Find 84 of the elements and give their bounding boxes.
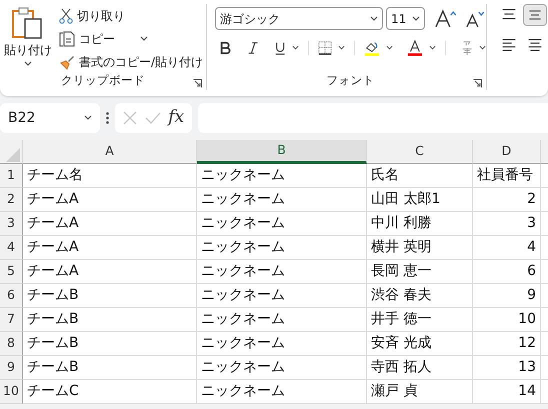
- table-cell: 井手 徳一: [367, 308, 473, 332]
- table-cell: 中川 利勝: [367, 212, 473, 236]
- font-name-dropdown[interactable]: 游ゴシック: [215, 7, 383, 30]
- table-cell: チームB: [23, 284, 197, 308]
- table-cell: ニックネーム: [197, 308, 367, 332]
- table-cell: ニックネーム: [197, 188, 367, 212]
- row-header[interactable]: 10: [0, 380, 23, 404]
- corner-triangle-icon: [6, 148, 20, 162]
- borders-icon[interactable]: [318, 40, 332, 56]
- dialog-launcher-icon[interactable]: [473, 79, 482, 88]
- table-cell: 3: [473, 212, 541, 236]
- row-header[interactable]: 8: [0, 332, 23, 356]
- table-cell: チームB: [23, 308, 197, 332]
- table-cell: ニックネーム: [197, 260, 367, 284]
- table-cell: ニックネーム: [197, 380, 367, 404]
- scissors-icon: [58, 8, 73, 24]
- italic-icon[interactable]: [247, 40, 260, 56]
- table-cell: 社員番号: [473, 164, 541, 188]
- insert-function-button[interactable]: fx: [168, 105, 184, 131]
- table-cell: チームB: [23, 356, 197, 380]
- align-left-icon: [500, 36, 518, 54]
- format-painter-button[interactable]: 書式のコピー/貼り付け: [56, 52, 206, 72]
- group-label: クリップボード: [61, 72, 145, 90]
- table-cell: 14: [473, 380, 541, 404]
- row-header[interactable]: 2: [0, 188, 23, 212]
- font-size-dropdown[interactable]: 11: [386, 7, 425, 30]
- table-cell: 9: [473, 284, 541, 308]
- check-icon[interactable]: [144, 112, 161, 124]
- column-header[interactable]: D: [473, 140, 541, 164]
- table-cell: ニックネーム: [197, 332, 367, 356]
- table-cell: 4: [473, 236, 541, 260]
- table-cell: チームA: [23, 260, 197, 284]
- row-header[interactable]: 5: [0, 260, 23, 284]
- table-cell: 10: [473, 308, 541, 332]
- table-cell: ニックネーム: [197, 284, 367, 308]
- table-cell: ニックネーム: [197, 236, 367, 260]
- row-header[interactable]: 3: [0, 212, 23, 236]
- table-cell: チームA: [23, 236, 197, 260]
- name-box[interactable]: B22: [0, 103, 100, 133]
- table-cell: 13: [473, 356, 541, 380]
- row-header[interactable]: 1: [0, 164, 23, 188]
- table-cell: 氏名: [367, 164, 473, 188]
- row-header[interactable]: 4: [0, 236, 23, 260]
- table-cell: チームA: [23, 212, 197, 236]
- table-cell: 渋谷 春夫: [367, 284, 473, 308]
- decrease-font-size-icon[interactable]: [464, 8, 486, 28]
- bold-icon[interactable]: [219, 40, 232, 56]
- dialog-launcher-icon[interactable]: [193, 79, 202, 88]
- cut-button[interactable]: 切り取り: [56, 6, 206, 26]
- align-middle-button[interactable]: [523, 4, 547, 26]
- column-header[interactable]: C: [367, 140, 473, 164]
- table-cell: 山田 太郎1: [367, 188, 473, 212]
- paintbrush-icon: [58, 54, 75, 70]
- table-cell: 2: [473, 188, 541, 212]
- underline-icon[interactable]: [274, 40, 286, 56]
- phonetic-guide-icon[interactable]: [460, 39, 473, 57]
- table-cell: チームA: [23, 188, 197, 212]
- table-cell: ニックネーム: [197, 164, 367, 188]
- table-cell: 6: [473, 260, 541, 284]
- clipboard-icon: [10, 7, 45, 39]
- more-options-icon[interactable]: [106, 112, 109, 124]
- group-label: フォント: [326, 72, 374, 90]
- row-header[interactable]: 7: [0, 308, 23, 332]
- copy-button[interactable]: コピー: [56, 29, 118, 49]
- paste-button[interactable]: 貼り付け: [0, 6, 55, 68]
- table-cell: 安斉 光成: [367, 332, 473, 356]
- font-color-icon[interactable]: [406, 39, 423, 57]
- table-cell: チームB: [23, 332, 197, 356]
- increase-font-size-icon[interactable]: [434, 8, 458, 28]
- table-cell: 12: [473, 332, 541, 356]
- table-cell: 長岡 恵一: [367, 260, 473, 284]
- align-center-icon: [526, 36, 544, 54]
- table-cell: ニックネーム: [197, 356, 367, 380]
- row-header[interactable]: 9: [0, 356, 23, 380]
- table-cell: チーム名: [23, 164, 197, 188]
- column-header[interactable]: A: [23, 140, 197, 164]
- row-header[interactable]: 6: [0, 284, 23, 308]
- table-cell: ニックネーム: [197, 212, 367, 236]
- table-cell: 寺西 拓人: [367, 356, 473, 380]
- table-cell: チームC: [23, 380, 197, 404]
- table-cell: 横井 英明: [367, 236, 473, 260]
- column-header[interactable]: B: [197, 140, 367, 164]
- table-cell: 瀬戸 貞: [367, 380, 473, 404]
- copy-icon: [58, 31, 75, 47]
